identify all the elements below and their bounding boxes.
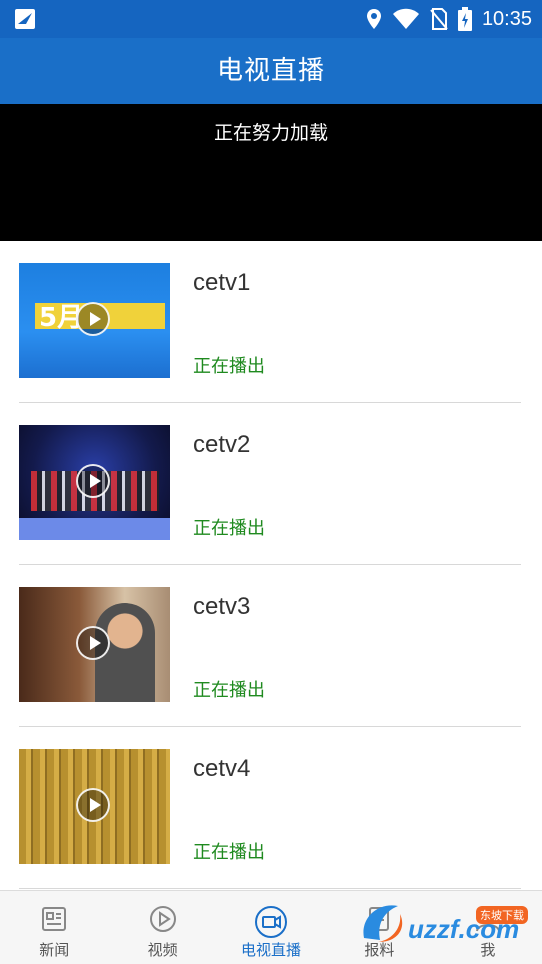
channel-status: 正在播出: [193, 680, 265, 701]
play-icon[interactable]: [76, 626, 110, 660]
wifi-icon: [392, 8, 419, 29]
channel-thumbnail[interactable]: [19, 263, 170, 378]
battery-icon: [457, 7, 472, 31]
tv-live-camera-icon: [255, 906, 288, 938]
tab-label: 报料: [364, 941, 395, 959]
channel-item[interactable]: cetv1 正在播出: [0, 241, 542, 403]
channel-name: cetv3: [193, 593, 251, 620]
page-title: 电视直播: [216, 56, 325, 86]
channel-list: cetv1 正在播出 cetv2 正在播出 cetv3 正在播出 cetv4 正…: [0, 241, 542, 889]
news-icon: [42, 907, 67, 931]
tab-label: 视频: [147, 941, 178, 959]
tab-me[interactable]: 我: [434, 891, 542, 964]
location-icon: [366, 9, 381, 29]
video-play-icon: [149, 906, 176, 932]
channel-status: 正在播出: [193, 518, 265, 539]
tab-label: 电视直播: [241, 941, 302, 959]
divider: [19, 888, 521, 889]
notification-app-icon: [15, 9, 35, 29]
play-icon[interactable]: [76, 302, 110, 336]
channel-status: 正在播出: [193, 842, 265, 863]
channel-name: cetv4: [193, 755, 251, 782]
tab-news[interactable]: 新闻: [0, 891, 108, 964]
tab-label: 我: [480, 941, 496, 959]
channel-name: cetv1: [193, 269, 251, 296]
status-time: 10:35: [481, 7, 532, 30]
tab-label: 新闻: [39, 941, 70, 959]
tab-tv-live[interactable]: 电视直播: [217, 891, 325, 964]
report-icon: [369, 907, 390, 931]
status-bar: 10:35: [0, 0, 542, 38]
app-header: 电视直播: [0, 38, 542, 104]
channel-thumbnail[interactable]: [19, 425, 170, 540]
profile-icon: [475, 908, 500, 932]
bottom-nav: 新闻 视频 电视直播 报料 我: [0, 890, 542, 964]
play-icon[interactable]: [76, 788, 110, 822]
channel-item[interactable]: cetv3 正在播出: [0, 565, 542, 727]
tab-video[interactable]: 视频: [108, 891, 216, 964]
no-sim-icon: [430, 8, 448, 30]
status-icons: 10:35: [366, 0, 532, 38]
channel-thumbnail[interactable]: [19, 587, 170, 702]
channel-name: cetv2: [193, 431, 251, 458]
thumbnail-floor: [19, 518, 170, 540]
channel-item[interactable]: cetv4 正在播出: [0, 727, 542, 889]
video-player[interactable]: 正在努力加载: [0, 104, 542, 241]
loading-text: 正在努力加载: [213, 122, 328, 144]
channel-status: 正在播出: [193, 356, 265, 377]
tab-report[interactable]: 报料: [325, 891, 433, 964]
channel-item[interactable]: cetv2 正在播出: [0, 403, 542, 565]
channel-thumbnail[interactable]: [19, 749, 170, 864]
play-icon[interactable]: [76, 464, 110, 498]
